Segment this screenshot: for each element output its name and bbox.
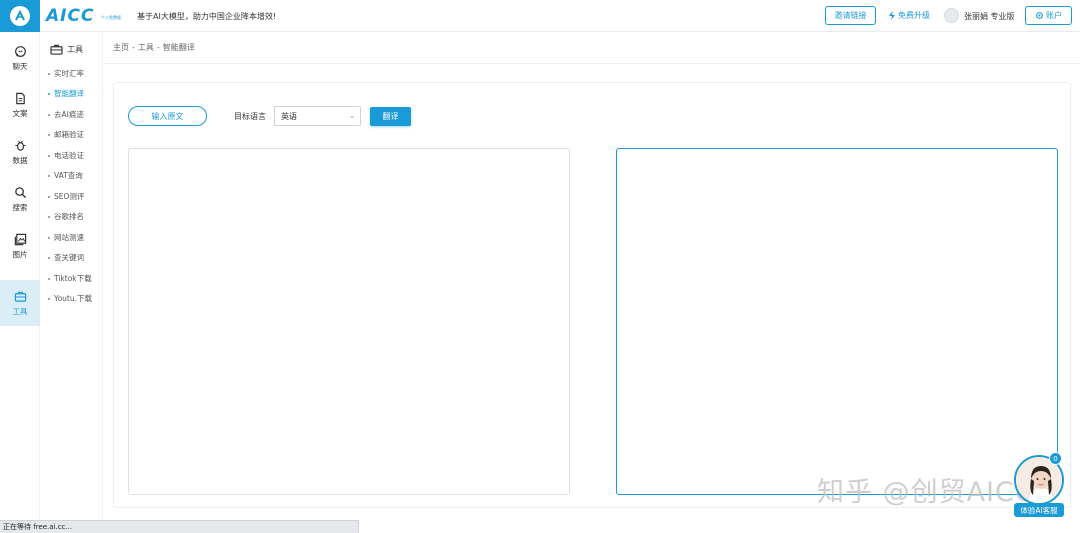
result-text-area[interactable] [616, 148, 1058, 495]
breadcrumb-separator: - [156, 43, 160, 52]
logo-mark-icon [10, 6, 30, 26]
ai-service-button[interactable]: 体验AI客服 [1014, 503, 1064, 517]
rail-label: 搜索 [12, 202, 28, 212]
subnav-label: 实时汇率 [54, 69, 84, 78]
rail-item-data[interactable]: 数据 [0, 129, 40, 175]
bullet-icon [48, 215, 50, 218]
subnav-label: 查关键词 [54, 253, 84, 262]
lightning-icon [889, 11, 895, 20]
upgrade-label: 免费升级 [898, 11, 930, 20]
slogan: 基于AI大模型，助力中国企业降本增效! [137, 12, 277, 21]
subnav-label: VAT查询 [54, 171, 83, 180]
breadcrumb-home[interactable]: 主页 [113, 43, 129, 52]
tools-subnav: 工具 实时汇率 智能翻译 去AI痕迹 邮箱验证 电话验证 VAT查询 SEO测评… [40, 32, 103, 533]
breadcrumb-current: 智能翻译 [162, 43, 195, 52]
bullet-icon [48, 277, 50, 280]
rail-item-tools[interactable]: 工具 [0, 280, 40, 326]
user-name[interactable]: 张丽娟 专业版 [964, 11, 1015, 22]
bullet-icon [48, 174, 50, 177]
subnav-item-google-rank[interactable]: 谷歌排名 [48, 211, 84, 222]
rail-item-images[interactable]: 图片 [0, 223, 40, 269]
bullet-icon [48, 133, 50, 136]
translate-button[interactable]: 翻译 [370, 107, 411, 126]
subnav-item-youtube[interactable]: Youtu.下载 [48, 293, 92, 304]
toolbox-icon [50, 44, 63, 55]
main-nav-rail: 聊天 文案 数据 搜索 图片 工具 [0, 32, 40, 533]
chat-unread-badge: 0 [1049, 452, 1062, 465]
subnav-label: SEO测评 [54, 192, 85, 201]
rail-label: 工具 [12, 306, 28, 316]
invite-link-button[interactable]: 邀请链接 [825, 6, 876, 25]
subnav-label: 谷歌排名 [54, 212, 84, 221]
rail-label: 聊天 [12, 61, 28, 71]
search-icon [14, 186, 26, 198]
upgrade-link[interactable]: 免费升级 [888, 10, 930, 21]
gear-icon [1036, 12, 1043, 19]
subnav-item-keywords[interactable]: 查关键词 [48, 252, 84, 263]
translator-panel: 输入原文 目标语言 英语 ⌄ 翻译 [113, 82, 1071, 508]
target-language-value: 英语 [281, 111, 297, 121]
breadcrumb-tools[interactable]: 工具 [138, 43, 154, 52]
subnav-item-tiktok[interactable]: Tiktok下载 [48, 273, 92, 284]
document-icon [15, 92, 25, 104]
chevron-down-icon: ⌄ [349, 112, 355, 120]
subnav-item-remove-ai[interactable]: 去AI痕迹 [48, 109, 84, 120]
subnav-label: Youtu.下载 [54, 294, 93, 303]
rail-item-chat[interactable]: 聊天 [0, 35, 40, 81]
rail-label: 数据 [12, 155, 28, 165]
bug-icon [14, 140, 26, 151]
account-label: 账户 [1046, 11, 1062, 20]
subnav-item-phone-verify[interactable]: 电话验证 [48, 150, 84, 161]
browser-status-bar: 正在等待 free.ai.cc... [0, 520, 359, 533]
subnav-label: 邮箱验证 [54, 130, 84, 139]
user-avatar[interactable] [944, 8, 959, 23]
bullet-icon [48, 113, 50, 116]
bullet-icon [48, 236, 50, 239]
subnav-item-site-speed[interactable]: 网站测速 [48, 232, 84, 243]
bullet-icon [48, 256, 50, 259]
image-icon [14, 233, 26, 245]
app-logo[interactable] [0, 0, 40, 32]
target-language-select[interactable]: 英语 ⌄ [274, 106, 361, 126]
main-content: 主页 - 工具 - 智能翻译 输入原文 目标语言 英语 ⌄ 翻译 [103, 32, 1080, 533]
subnav-item-vat[interactable]: VAT查询 [48, 170, 83, 181]
target-language-label: 目标语言 [234, 112, 266, 121]
top-header: AICC 个人免费版 基于AI大模型，助力中国企业降本增效! 邀请链接 免费升级… [0, 0, 1080, 32]
rail-item-copywriting[interactable]: 文案 [0, 82, 40, 128]
subnav-item-email-verify[interactable]: 邮箱验证 [48, 129, 84, 140]
subnav-label: 智能翻译 [54, 89, 84, 98]
bullet-icon [48, 195, 50, 198]
subnav-header: 工具 [50, 44, 83, 55]
chat-icon [14, 45, 26, 57]
brand-name: AICC [46, 6, 95, 26]
subnav-title: 工具 [67, 45, 83, 54]
input-source-button[interactable]: 输入原文 [128, 106, 207, 126]
subnav-label: 网站测速 [54, 233, 84, 242]
rail-item-search[interactable]: 搜索 [0, 176, 40, 222]
rail-label: 图片 [12, 249, 28, 259]
subnav-item-seo[interactable]: SEO测评 [48, 191, 84, 202]
watermark: 知乎 @创贸AICC [817, 477, 1035, 508]
bullet-icon [48, 92, 50, 95]
breadcrumb: 主页 - 工具 - 智能翻译 [113, 42, 195, 53]
divider [103, 63, 1080, 64]
rail-label: 文案 [12, 108, 28, 118]
breadcrumb-separator: - [132, 43, 135, 52]
subnav-label: Tiktok下载 [54, 274, 92, 283]
subnav-item-exchange-rate[interactable]: 实时汇率 [48, 68, 84, 79]
subnav-item-translate[interactable]: 智能翻译 [48, 88, 84, 99]
subnav-label: 去AI痕迹 [54, 110, 84, 119]
bullet-icon [48, 297, 50, 300]
toolbox-icon [14, 291, 26, 302]
account-button[interactable]: 账户 [1025, 6, 1072, 25]
bullet-icon [48, 154, 50, 157]
subnav-label: 电话验证 [54, 151, 84, 160]
brand-subtitle: 个人免费版 [101, 15, 121, 20]
source-text-area[interactable] [128, 148, 570, 495]
bullet-icon [48, 72, 50, 75]
